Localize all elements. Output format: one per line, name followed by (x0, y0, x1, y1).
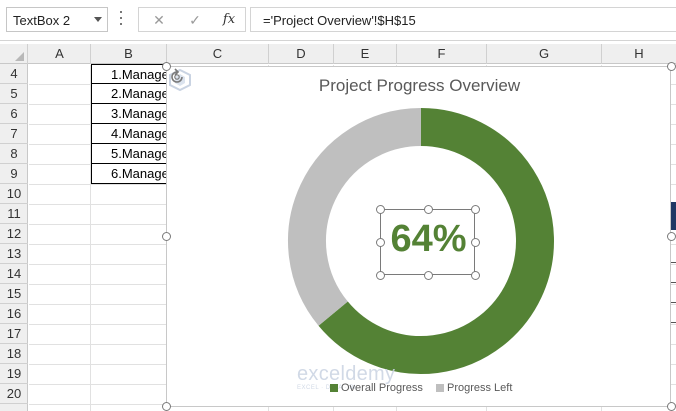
chart-legend[interactable]: Overall Progress Progress Left (330, 382, 522, 396)
row-header[interactable]: 6 (0, 104, 28, 124)
row-headers: 4 5 6 7 8 9 10 11 12 13 14 15 16 17 18 1… (0, 64, 28, 411)
chart-resize-handle[interactable] (162, 62, 171, 71)
row-header[interactable]: 8 (0, 144, 28, 164)
rotate-handle-icon[interactable] (167, 67, 187, 87)
row-header[interactable]: 11 (0, 204, 28, 224)
cell-text: 4.Manage (111, 126, 167, 141)
cell-text: 1.Manage (111, 67, 167, 82)
row-header[interactable]: 18 (0, 344, 28, 364)
resize-handle[interactable] (471, 205, 480, 214)
row-header[interactable]: 14 (0, 264, 28, 284)
table-cell[interactable]: 2.Manage (91, 84, 167, 104)
column-header-g[interactable]: G (487, 44, 602, 64)
formula-buttons: ✕ ✓ fx (138, 7, 246, 32)
table-cell[interactable]: 1.Manage (91, 64, 167, 84)
row-header[interactable]: 16 (0, 304, 28, 324)
resize-handle[interactable] (471, 271, 480, 280)
progress-percentage: 64% (390, 218, 467, 260)
doughnut-chart[interactable]: Project Progress Overview exceldemy EXCE… (166, 66, 671, 407)
column-headers: A B C D E F G H (0, 44, 676, 64)
row-header[interactable]: 15 (0, 284, 28, 304)
resize-handle[interactable] (424, 205, 433, 214)
resize-handle[interactable] (424, 271, 433, 280)
cell-text: 2.Manage (111, 86, 167, 101)
row-header[interactable]: 5 (0, 84, 28, 104)
resize-handle[interactable] (471, 238, 480, 247)
formula-text: ='Project Overview'!$H$15 (263, 13, 416, 28)
row-header[interactable]: 10 (0, 184, 28, 204)
chart-resize-handle[interactable] (667, 232, 676, 241)
cell-text: 3.Manage (111, 106, 167, 121)
chart-resize-handle[interactable] (162, 232, 171, 241)
insert-function-button[interactable]: fx (217, 11, 241, 29)
percentage-textbox[interactable]: 64% (376, 205, 480, 280)
resize-handle[interactable] (376, 271, 385, 280)
column-header-h[interactable]: H (602, 44, 676, 64)
row-header[interactable]: 9 (0, 164, 28, 184)
resize-handle[interactable] (376, 205, 385, 214)
table-cell[interactable]: 6.Manage (91, 164, 167, 184)
legend-item-progress-left[interactable]: Progress Left (435, 382, 513, 394)
formula-bar: TextBox 2 ✕ ✓ fx ='Project Overview'!$H$… (0, 0, 676, 41)
row-header[interactable]: 7 (0, 124, 28, 144)
name-box-value: TextBox 2 (13, 13, 71, 28)
row-header[interactable]: 4 (0, 64, 28, 84)
chart-resize-handle[interactable] (667, 402, 676, 411)
row-header[interactable]: 20 (0, 384, 28, 404)
chart-resize-handle[interactable] (162, 402, 171, 411)
column-header-a[interactable]: A (29, 44, 91, 64)
more-options-icon[interactable] (118, 11, 124, 29)
legend-item-overall-progress[interactable]: Overall Progress (330, 382, 423, 394)
column-header-c[interactable]: C (167, 44, 269, 64)
chart-resize-handle[interactable] (667, 62, 676, 71)
column-header-b[interactable]: B (91, 44, 167, 64)
resize-handle[interactable] (376, 238, 385, 247)
table-cell[interactable]: 3.Manage (91, 104, 167, 124)
column-header-d[interactable]: D (269, 44, 334, 64)
legend-label: Progress Left (446, 382, 513, 394)
chevron-down-icon[interactable] (94, 17, 102, 22)
legend-label: Overall Progress (341, 382, 423, 394)
formula-input[interactable]: ='Project Overview'!$H$15 (250, 7, 676, 32)
cancel-icon[interactable]: ✕ (147, 11, 171, 29)
column-header-f[interactable]: F (397, 44, 487, 64)
row-header[interactable]: 17 (0, 324, 28, 344)
enter-icon[interactable]: ✓ (183, 11, 207, 29)
row-header[interactable]: 12 (0, 224, 28, 244)
table-cell[interactable]: 5.Manage (91, 144, 167, 164)
row-header[interactable]: 19 (0, 364, 28, 384)
column-header-e[interactable]: E (334, 44, 397, 64)
chart-title: Project Progress Overview (318, 76, 521, 95)
row-header[interactable]: 13 (0, 244, 28, 264)
name-box[interactable]: TextBox 2 (6, 7, 108, 32)
table-cell[interactable]: 4.Manage (91, 124, 167, 144)
select-all-button[interactable] (0, 44, 28, 64)
cell-text: 6.Manage (111, 166, 167, 181)
cell-text: 5.Manage (111, 146, 167, 161)
